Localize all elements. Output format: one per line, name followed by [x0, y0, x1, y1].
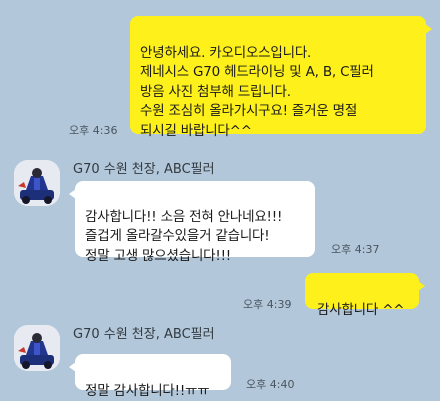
message-timestamp: 오후 4:39 [243, 298, 292, 311]
sender-name: G70 수원 천장, ABC필러 [73, 162, 215, 177]
car-figure-avatar-icon [14, 160, 60, 206]
message-timestamp: 오후 4:36 [69, 124, 118, 137]
chat-window: 안녕하세요. 카오디오스입니다. 제네시스 G70 헤드라이닝 및 A, B, … [0, 0, 440, 400]
outgoing-message-bubble[interactable]: 안녕하세요. 카오디오스입니다. 제네시스 G70 헤드라이닝 및 A, B, … [130, 16, 432, 139]
sender-name: G70 수원 천장, ABC필러 [73, 327, 215, 342]
incoming-message-bubble[interactable]: 감사합니다!! 소음 전혀 안나네요!!! 즐겁게 올라갈수있을거 같습니다! … [69, 181, 315, 264]
car-figure-avatar-icon [14, 325, 60, 371]
sender-avatar[interactable] [14, 325, 60, 371]
message-text: 감사합니다!! 소음 전혀 안나네요!!! 즐겁게 올라갈수있을거 같습니다! … [85, 208, 283, 264]
message-text: 안녕하세요. 카오디오스입니다. 제네시스 G70 헤드라이닝 및 A, B, … [140, 44, 374, 139]
outgoing-message-bubble[interactable]: 감사합니다 ^^ [305, 273, 425, 318]
incoming-message-bubble[interactable]: 정말 감사합니다!!ㅠㅠ [69, 354, 231, 399]
message-timestamp: 오후 4:40 [246, 378, 295, 391]
message-text: 정말 감사합니다!!ㅠㅠ [85, 382, 210, 399]
message-timestamp: 오후 4:37 [331, 243, 380, 256]
message-text: 감사합니다 ^^ [317, 301, 405, 318]
sender-avatar[interactable] [14, 160, 60, 206]
